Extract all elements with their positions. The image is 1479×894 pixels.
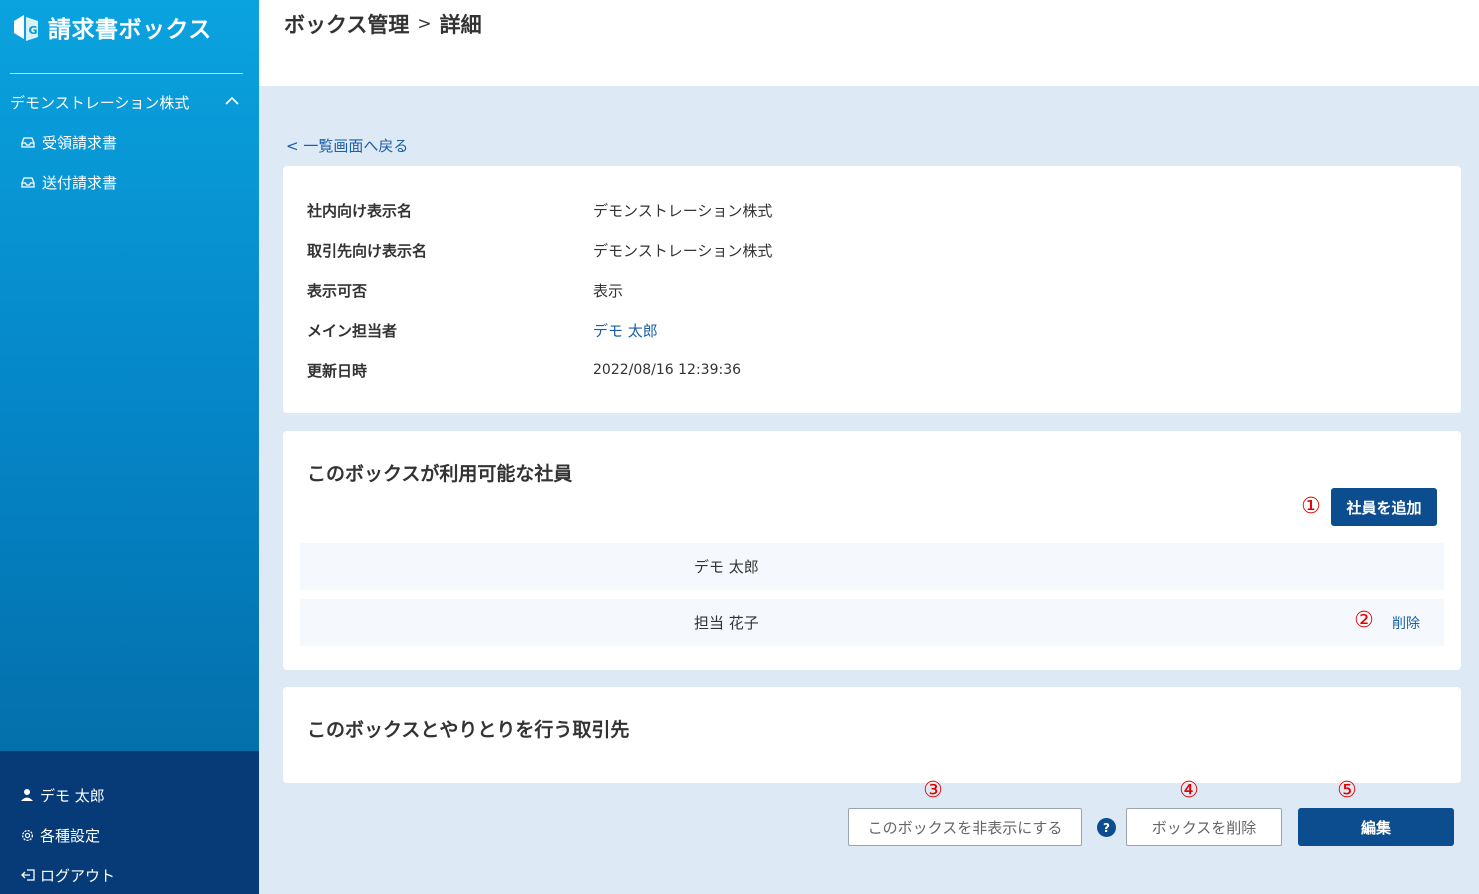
sidebar-footer: デモ 太郎 各種設定 ログアウト [0, 751, 259, 894]
logout-icon [20, 867, 36, 883]
info-label: 更新日時 [307, 361, 368, 380]
sidebar-item-label: 送付請求書 [42, 173, 118, 192]
user-name: デモ 太郎 [40, 786, 105, 805]
settings-link[interactable]: 各種設定 [20, 824, 100, 846]
info-label: 取引先向け表示名 [307, 241, 428, 260]
info-value: デモンストレーション株式 [593, 201, 773, 220]
partners-title: このボックスとやりとりを行う取引先 [307, 719, 630, 741]
logo-icon: G [10, 11, 42, 43]
company-name: デモンストレーション株式 [10, 93, 190, 112]
sidebar-item-label: 受領請求書 [42, 133, 118, 152]
back-to-list-link[interactable]: < 一覧画面へ戻る [286, 135, 408, 156]
info-row-updated-at: 更新日時 2022/08/16 12:39:36 [307, 359, 1407, 381]
settings-label: 各種設定 [40, 826, 101, 845]
gear-icon [20, 827, 36, 843]
main-person-link[interactable]: デモ 太郎 [593, 320, 658, 341]
info-row-internal-name: 社内向け表示名 デモンストレーション株式 [307, 199, 1407, 221]
breadcrumb-separator: > [417, 14, 432, 34]
sidebar: G 請求書ボックス デモンストレーション株式 受領請求書 送付請求書 デモ 太郎 [0, 0, 259, 894]
hide-box-button[interactable]: このボックスを非表示にする [848, 808, 1082, 846]
sidebar-divider [10, 73, 243, 74]
app-logo[interactable]: G 請求書ボックス [10, 8, 212, 46]
delete-box-button[interactable]: ボックスを削除 [1126, 808, 1282, 846]
info-label: メイン担当者 [307, 321, 398, 340]
annotation-number: ② [1354, 608, 1374, 633]
members-card: このボックスが利用可能な社員 ① 社員を追加 デモ 太郎 担当 花子 ② 削除 [283, 431, 1461, 670]
annotation-number: ① [1301, 494, 1321, 519]
info-label: 社内向け表示名 [307, 201, 413, 220]
info-row-partner-name: 取引先向け表示名 デモンストレーション株式 [307, 239, 1407, 261]
breadcrumb: ボックス管理 > 詳細 [284, 9, 482, 39]
sidebar-item-received-invoices[interactable]: 受領請求書 [20, 131, 117, 153]
info-row-main-person: メイン担当者 デモ 太郎 [307, 319, 1407, 341]
member-name: デモ 太郎 [694, 558, 759, 576]
delete-member-link[interactable]: 削除 [1392, 613, 1420, 633]
info-value: 2022/08/16 12:39:36 [593, 362, 742, 378]
company-selector[interactable]: デモンストレーション株式 [10, 90, 245, 114]
sidebar-item-sent-invoices[interactable]: 送付請求書 [20, 171, 117, 193]
breadcrumb-current: 詳細 [439, 13, 482, 37]
user-icon [20, 787, 36, 803]
member-name: 担当 花子 [694, 614, 759, 632]
logout-link[interactable]: ログアウト [20, 864, 115, 886]
annotation-number: ③ [923, 778, 943, 803]
info-value: 表示 [593, 281, 624, 300]
table-row: デモ 太郎 [300, 543, 1444, 590]
inbox-icon [20, 134, 36, 150]
partners-card: このボックスとやりとりを行う取引先 [283, 687, 1461, 783]
edit-button[interactable]: 編集 [1298, 808, 1454, 846]
annotation-number: ④ [1179, 778, 1199, 803]
annotation-number: ⑤ [1337, 778, 1357, 803]
logout-label: ログアウト [40, 866, 116, 885]
info-row-visibility: 表示可否 表示 [307, 279, 1407, 301]
logo-text: 請求書ボックス [48, 17, 212, 43]
info-value: デモンストレーション株式 [593, 241, 773, 260]
inbox-icon [20, 174, 36, 190]
chevron-up-icon [225, 94, 239, 110]
info-label: 表示可否 [307, 281, 368, 300]
table-row: 担当 花子 ② 削除 [300, 599, 1444, 646]
page-header: ボックス管理 > 詳細 [259, 0, 1479, 86]
add-member-button[interactable]: 社員を追加 [1331, 488, 1437, 526]
svg-text:G: G [29, 24, 38, 37]
box-info-card: 社内向け表示名 デモンストレーション株式 取引先向け表示名 デモンストレーション… [283, 166, 1461, 413]
user-menu[interactable]: デモ 太郎 [20, 784, 105, 806]
breadcrumb-parent[interactable]: ボックス管理 [284, 9, 409, 39]
members-title: このボックスが利用可能な社員 [307, 463, 573, 485]
help-icon[interactable]: ? [1097, 818, 1116, 837]
